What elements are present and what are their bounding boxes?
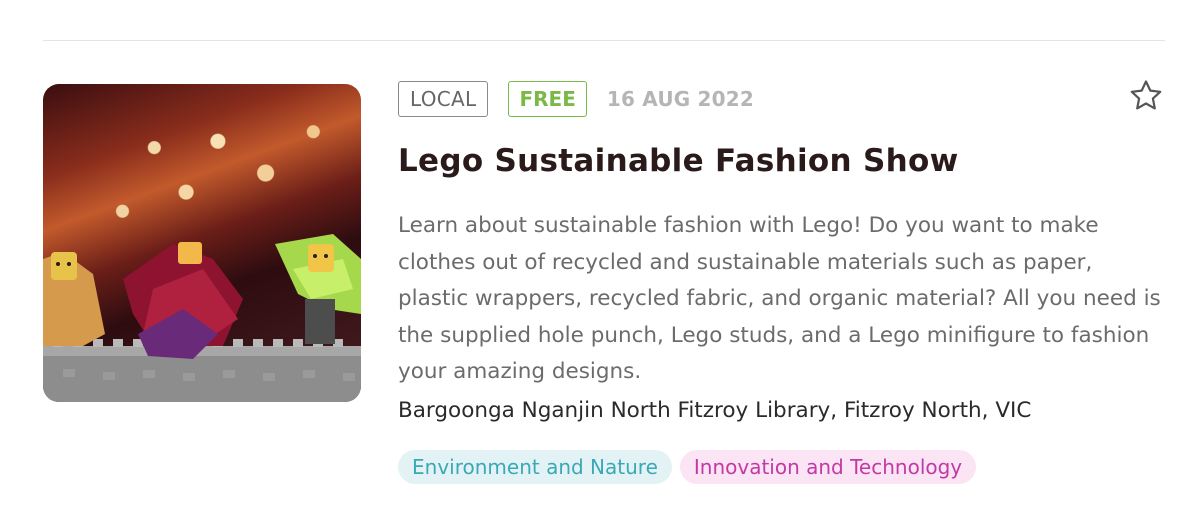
local-badge: LOCAL: [398, 81, 489, 117]
event-meta-row: LOCAL FREE 16 AUG 2022: [398, 81, 754, 117]
category-chip-innovation[interactable]: Innovation and Technology: [679, 450, 977, 484]
category-chips: Environment and Nature Innovation and Te…: [398, 450, 977, 484]
event-card[interactable]: LOCAL FREE 16 AUG 2022 Lego Sustainable …: [0, 0, 1200, 517]
event-description: Learn about sustainable fashion with Leg…: [398, 213, 1161, 384]
star-outline-icon: [1130, 80, 1162, 110]
event-location: Bargoonga Nganjin North Fitzroy Library,…: [398, 398, 1032, 423]
free-badge: FREE: [508, 81, 587, 117]
event-thumbnail-image[interactable]: [43, 84, 361, 402]
event-date: 16 AUG 2022: [606, 87, 755, 111]
favorite-button[interactable]: [1128, 78, 1164, 114]
lego-scene-illustration: [43, 234, 361, 402]
event-title[interactable]: Lego Sustainable Fashion Show: [398, 143, 959, 179]
category-chip-environment[interactable]: Environment and Nature: [398, 450, 672, 484]
